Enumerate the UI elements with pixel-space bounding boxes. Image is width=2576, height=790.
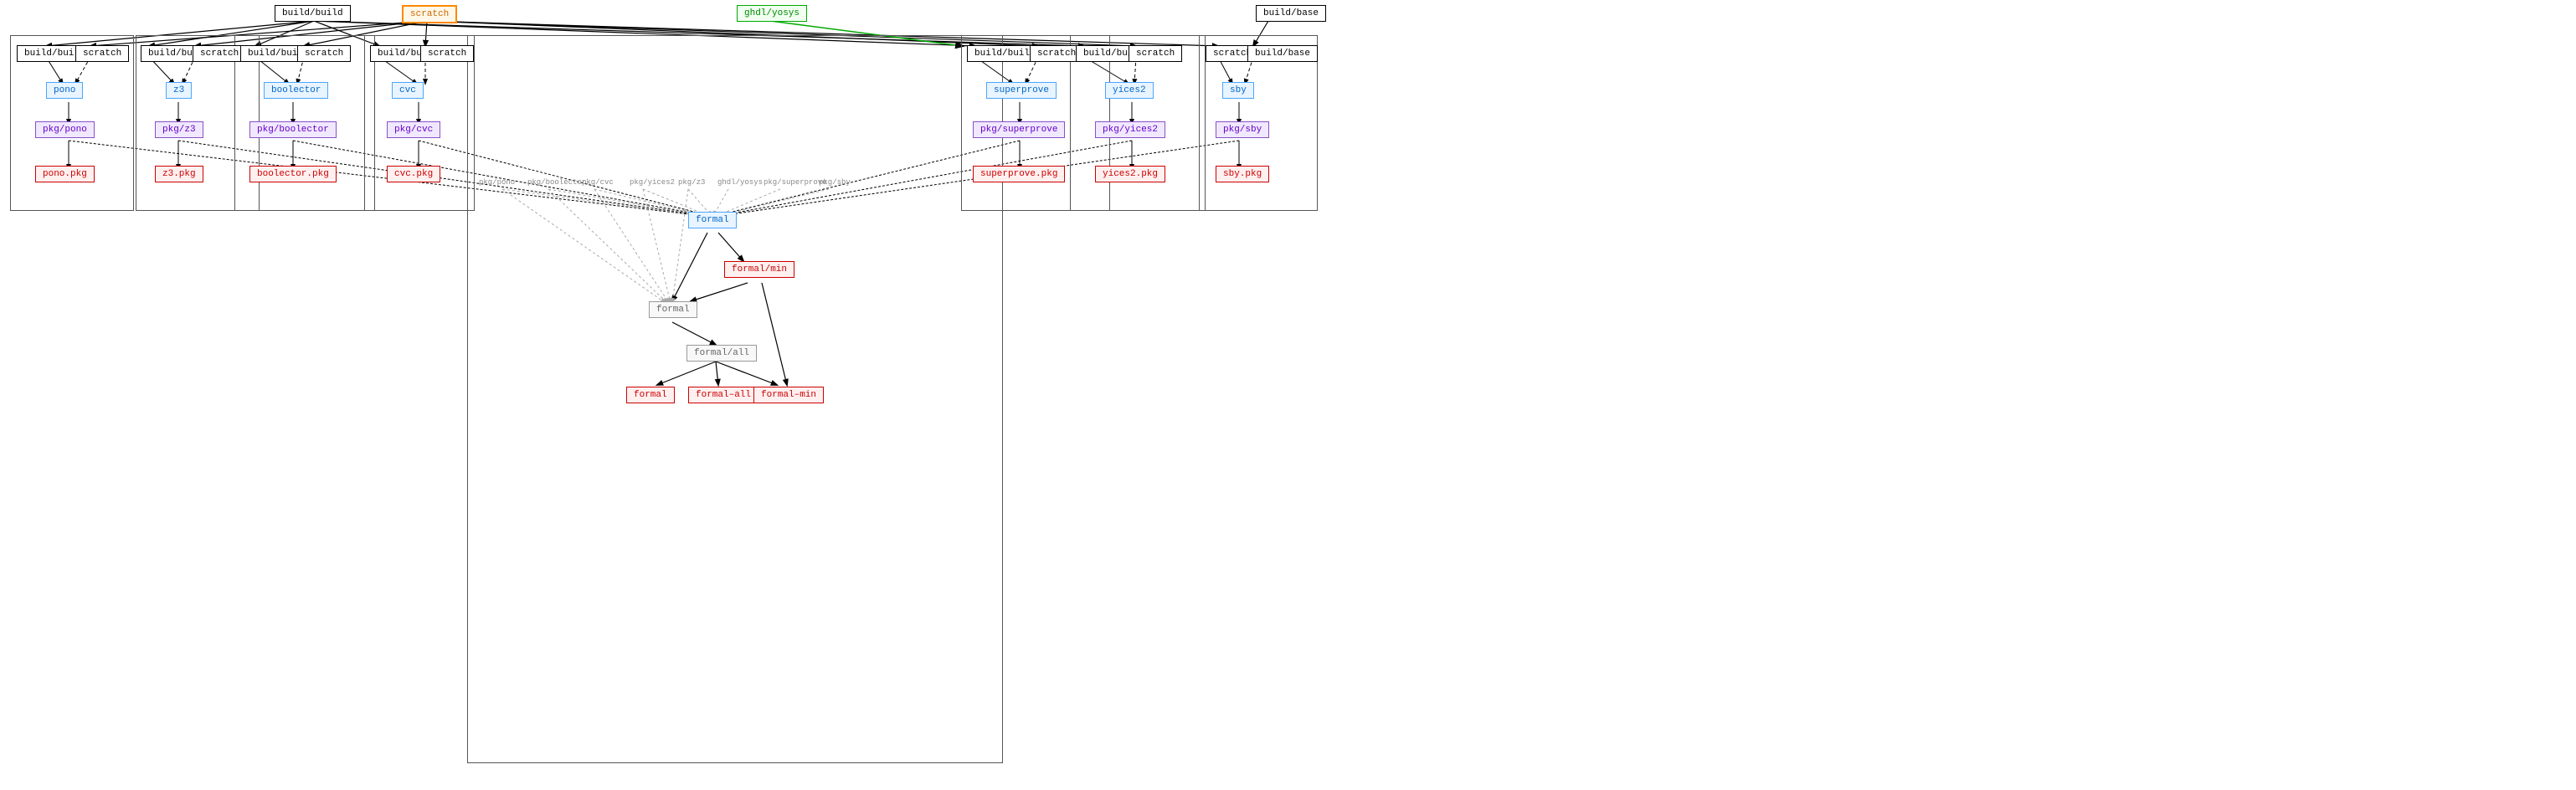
node-pkg-cvc: pkg/cvc <box>387 121 440 138</box>
node-pkg-pono: pkg/pono <box>35 121 95 138</box>
node-pkg-boolector: pkg/boolector <box>249 121 337 138</box>
node-formal-red-bottom: formal <box>626 387 675 403</box>
node-yices2-scratch: scratch <box>1129 45 1182 62</box>
node-sby-buildbase: build/base <box>1247 45 1318 62</box>
node-z3-scratch: scratch <box>193 45 246 62</box>
label-ghdl-yosys-small: ghdl/yosys <box>717 178 763 187</box>
node-build-base-top: build/base <box>1256 5 1326 22</box>
node-formal-all-gray: formal/all <box>686 345 757 362</box>
node-build-build-top: build/build <box>275 5 351 22</box>
node-boolector-pkg: boolector.pkg <box>249 166 337 182</box>
label-pkg-sby-small: pkg/sby <box>819 178 851 187</box>
node-formal-gray: formal <box>649 301 697 318</box>
node-pkg-yices2: pkg/yices2 <box>1095 121 1165 138</box>
label-pkg-z3-small: pkg/z3 <box>678 178 705 187</box>
node-pono-scratch: scratch <box>75 45 129 62</box>
node-pkg-superprove: pkg/superprove <box>973 121 1065 138</box>
node-formal-all-red: formal–all <box>688 387 758 403</box>
node-pono-blue: pono <box>46 82 83 99</box>
label-pkg-yices2-small: pkg/yices2 <box>630 178 675 187</box>
diagram-container: build/build scratch ghdl/yosys build/bas… <box>0 0 2576 790</box>
node-boolector-scratch: scratch <box>297 45 351 62</box>
node-formal-min-red-bottom: formal–min <box>753 387 824 403</box>
node-cvc-pkg: cvc.pkg <box>387 166 440 182</box>
node-ghdl-yosys-top: ghdl/yosys <box>737 5 807 22</box>
node-yices2-pkg: yices2.pkg <box>1095 166 1165 182</box>
node-scratch-top: scratch <box>402 5 457 23</box>
node-sby-blue: sby <box>1222 82 1254 99</box>
label-pkg-boolector-small: pkg/boolector <box>527 178 586 187</box>
node-pkg-sby: pkg/sby <box>1216 121 1269 138</box>
label-pkg-cvc-small: pkg/cvc <box>582 178 614 187</box>
node-yices2-blue: yices2 <box>1105 82 1154 99</box>
node-z3-blue: z3 <box>166 82 192 99</box>
node-sby-pkg: sby.pkg <box>1216 166 1269 182</box>
node-superprove-blue: superprove <box>986 82 1057 99</box>
node-superprove-pkg: superprove.pkg <box>973 166 1065 182</box>
node-formal-blue: formal <box>688 212 737 228</box>
node-pkg-z3: pkg/z3 <box>155 121 203 138</box>
label-pkg-pono-small: pkg/pono <box>479 178 515 187</box>
node-z3-pkg: z3.pkg <box>155 166 203 182</box>
node-pono-pkg: pono.pkg <box>35 166 95 182</box>
node-cvc-blue: cvc <box>392 82 424 99</box>
label-pkg-superprove-small: pkg/superprove <box>764 178 827 187</box>
node-boolector-blue: boolector <box>264 82 328 99</box>
node-cvc-scratch: scratch <box>420 45 474 62</box>
node-formal-min-red: formal/min <box>724 261 794 278</box>
